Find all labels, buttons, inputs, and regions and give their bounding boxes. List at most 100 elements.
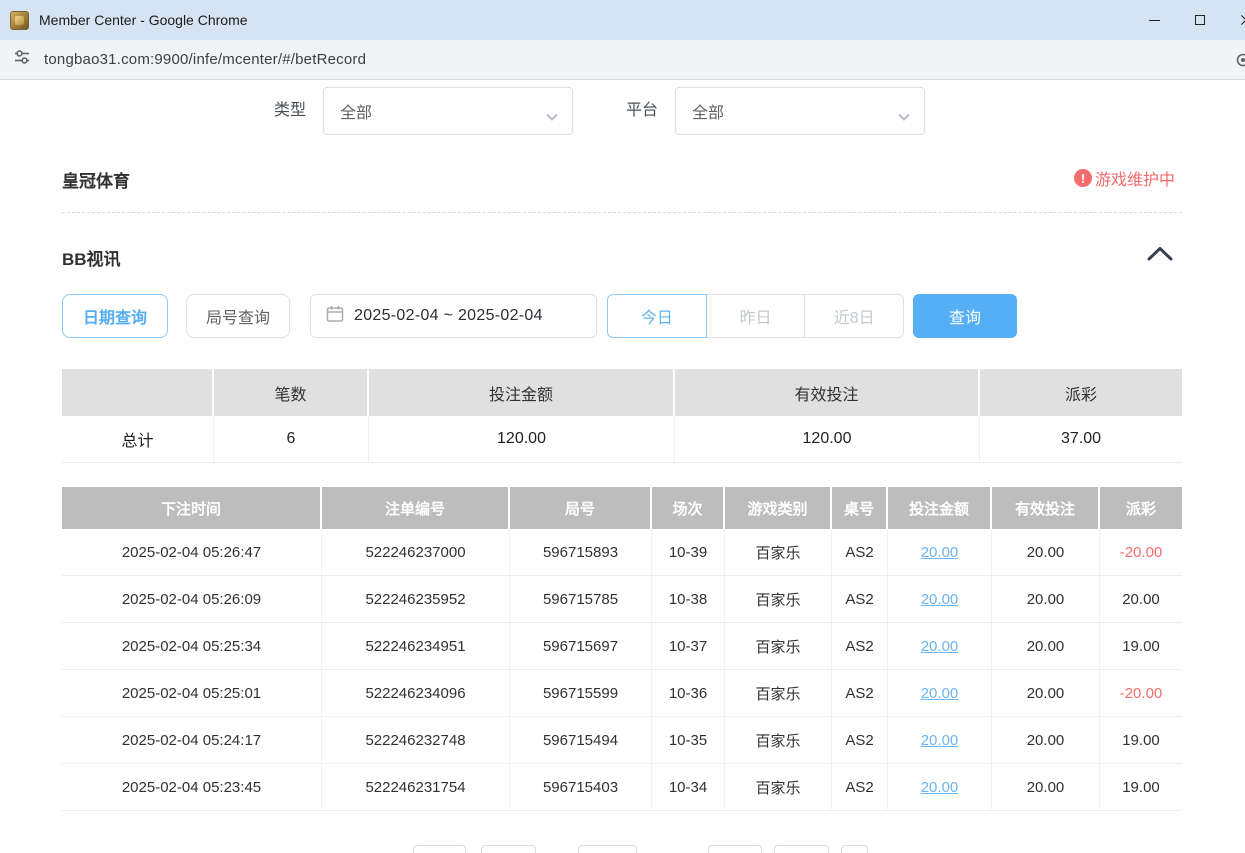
valid-bet-cell: 20.00 <box>992 764 1100 811</box>
order-id-cell: 522246237000 <box>322 529 510 576</box>
type-filter-label: 类型 <box>274 101 306 121</box>
payout-cell: -20.00 <box>1100 670 1182 717</box>
last-8-days-button[interactable]: 近8日 <box>805 294 904 338</box>
round-id-cell: 596715494 <box>510 717 652 764</box>
col-session: 场次 <box>652 487 725 529</box>
bet-time-cell: 2025-02-04 05:26:09 <box>62 576 322 623</box>
bet-amount-link[interactable]: 20.00 <box>921 591 959 608</box>
payout-value: -20.00 <box>1120 544 1163 561</box>
maximize-button[interactable] <box>1177 0 1223 40</box>
yesterday-button[interactable]: 昨日 <box>707 294 806 338</box>
platform-filter-label: 平台 <box>626 101 658 121</box>
payout-cell: 19.00 <box>1100 764 1182 811</box>
session-cell: 10-34 <box>652 764 725 811</box>
type-select-value: 全部 <box>340 99 372 123</box>
round-query-tab[interactable]: 局号查询 <box>186 294 290 338</box>
order-id-cell: 522246235952 <box>322 576 510 623</box>
bet-amount-link[interactable]: 20.00 <box>921 638 959 655</box>
bet-time-cell: 2025-02-04 05:25:01 <box>62 670 322 717</box>
summary-header-valid: 有效投注 <box>675 369 980 416</box>
session-cell: 10-37 <box>652 623 725 670</box>
type-select[interactable]: 全部 <box>323 87 573 135</box>
payout-value: -20.00 <box>1120 685 1163 702</box>
table-no-cell: AS2 <box>832 623 888 670</box>
summary-header-bet: 投注金额 <box>369 369 675 416</box>
table-no-cell: AS2 <box>832 576 888 623</box>
section-title-bb-video: BB视讯 <box>62 245 121 270</box>
payout-cell: -20.00 <box>1100 529 1182 576</box>
pagination-button[interactable] <box>578 845 637 853</box>
game-type-cell: 百家乐 <box>725 670 832 717</box>
close-button[interactable] <box>1223 0 1245 40</box>
search-button[interactable]: 查询 <box>913 294 1017 338</box>
game-type-cell: 百家乐 <box>725 764 832 811</box>
pagination-button[interactable] <box>481 845 536 853</box>
bet-time-cell: 2025-02-04 05:24:17 <box>62 717 322 764</box>
address-bar[interactable]: tongbao31.com:9900/infe/mcenter/#/betRec… <box>0 40 1245 80</box>
session-cell: 10-35 <box>652 717 725 764</box>
chevron-up-icon[interactable] <box>1147 246 1173 266</box>
summary-payout-value: 37.00 <box>980 416 1182 463</box>
table-row: 2025-02-04 05:26:47 522246237000 5967158… <box>62 529 1182 576</box>
bet-amount-link[interactable]: 20.00 <box>921 544 959 561</box>
bet-time-cell: 2025-02-04 05:25:34 <box>62 623 322 670</box>
payout-cell: 20.00 <box>1100 576 1182 623</box>
session-cell: 10-38 <box>652 576 725 623</box>
pagination-button[interactable] <box>413 845 466 853</box>
table-row: 2025-02-04 05:23:45 522246231754 5967154… <box>62 764 1182 811</box>
col-bet-time: 下注时间 <box>62 487 322 529</box>
error-icon: ! <box>1074 169 1092 187</box>
window-title: Member Center - Google Chrome <box>39 12 248 28</box>
table-row: 2025-02-04 05:26:09 522246235952 5967157… <box>62 576 1182 623</box>
minimize-button[interactable] <box>1131 0 1177 40</box>
payout-cell: 19.00 <box>1100 717 1182 764</box>
col-order-id: 注单编号 <box>322 487 510 529</box>
bet-amount-link[interactable]: 20.00 <box>921 779 959 796</box>
summary-header-row: 笔数 投注金额 有效投注 派彩 <box>62 369 1182 416</box>
pagination-button[interactable] <box>708 845 762 853</box>
table-row: 2025-02-04 05:25:34 522246234951 5967156… <box>62 623 1182 670</box>
bet-time-cell: 2025-02-04 05:23:45 <box>62 764 322 811</box>
section-divider <box>62 212 1182 213</box>
game-type-cell: 百家乐 <box>725 717 832 764</box>
platform-select-value: 全部 <box>692 99 724 123</box>
summary-header-count: 笔数 <box>214 369 369 416</box>
order-id-cell: 522246234096 <box>322 670 510 717</box>
bet-amount-link[interactable]: 20.00 <box>921 685 959 702</box>
table-no-cell: AS2 <box>832 717 888 764</box>
table-no-cell: AS2 <box>832 529 888 576</box>
date-query-tab[interactable]: 日期查询 <box>62 294 168 338</box>
table-row: 2025-02-04 05:24:17 522246232748 5967154… <box>62 717 1182 764</box>
game-type-cell: 百家乐 <box>725 529 832 576</box>
table-row: 2025-02-04 05:25:01 522246234096 5967155… <box>62 670 1182 717</box>
table-no-cell: AS2 <box>832 670 888 717</box>
round-id-cell: 596715697 <box>510 623 652 670</box>
pagination-button[interactable] <box>841 845 868 853</box>
col-payout: 派彩 <box>1100 487 1182 529</box>
payout-value: 19.00 <box>1122 732 1160 749</box>
payout-value: 19.00 <box>1122 779 1160 796</box>
maximize-icon <box>1195 15 1205 25</box>
bet-amount-link[interactable]: 20.00 <box>921 732 959 749</box>
summary-valid-value: 120.00 <box>675 416 980 463</box>
platform-select[interactable]: 全部 <box>675 87 925 135</box>
browser-gear-icon[interactable] <box>1233 50 1245 75</box>
payout-value: 19.00 <box>1122 638 1160 655</box>
round-id-cell: 596715893 <box>510 529 652 576</box>
maintenance-badge: ! 游戏维护中 <box>1074 166 1175 190</box>
calendar-icon <box>326 305 344 328</box>
payout-cell: 19.00 <box>1100 623 1182 670</box>
col-game-type: 游戏类别 <box>725 487 832 529</box>
bet-time-cell: 2025-02-04 05:26:47 <box>62 529 322 576</box>
col-table-no: 桌号 <box>832 487 888 529</box>
date-range-picker[interactable]: 2025-02-04 ~ 2025-02-04 <box>310 294 597 338</box>
order-id-cell: 522246232748 <box>322 717 510 764</box>
app-icon <box>10 11 29 30</box>
valid-bet-cell: 20.00 <box>992 670 1100 717</box>
site-settings-icon[interactable] <box>12 47 32 72</box>
browser-window: Member Center - Google Chrome tongbao31.… <box>0 0 1245 853</box>
today-button[interactable]: 今日 <box>607 294 707 338</box>
pagination-button[interactable] <box>774 845 829 853</box>
valid-bet-cell: 20.00 <box>992 717 1100 764</box>
url-text[interactable]: tongbao31.com:9900/infe/mcenter/#/betRec… <box>44 51 366 68</box>
